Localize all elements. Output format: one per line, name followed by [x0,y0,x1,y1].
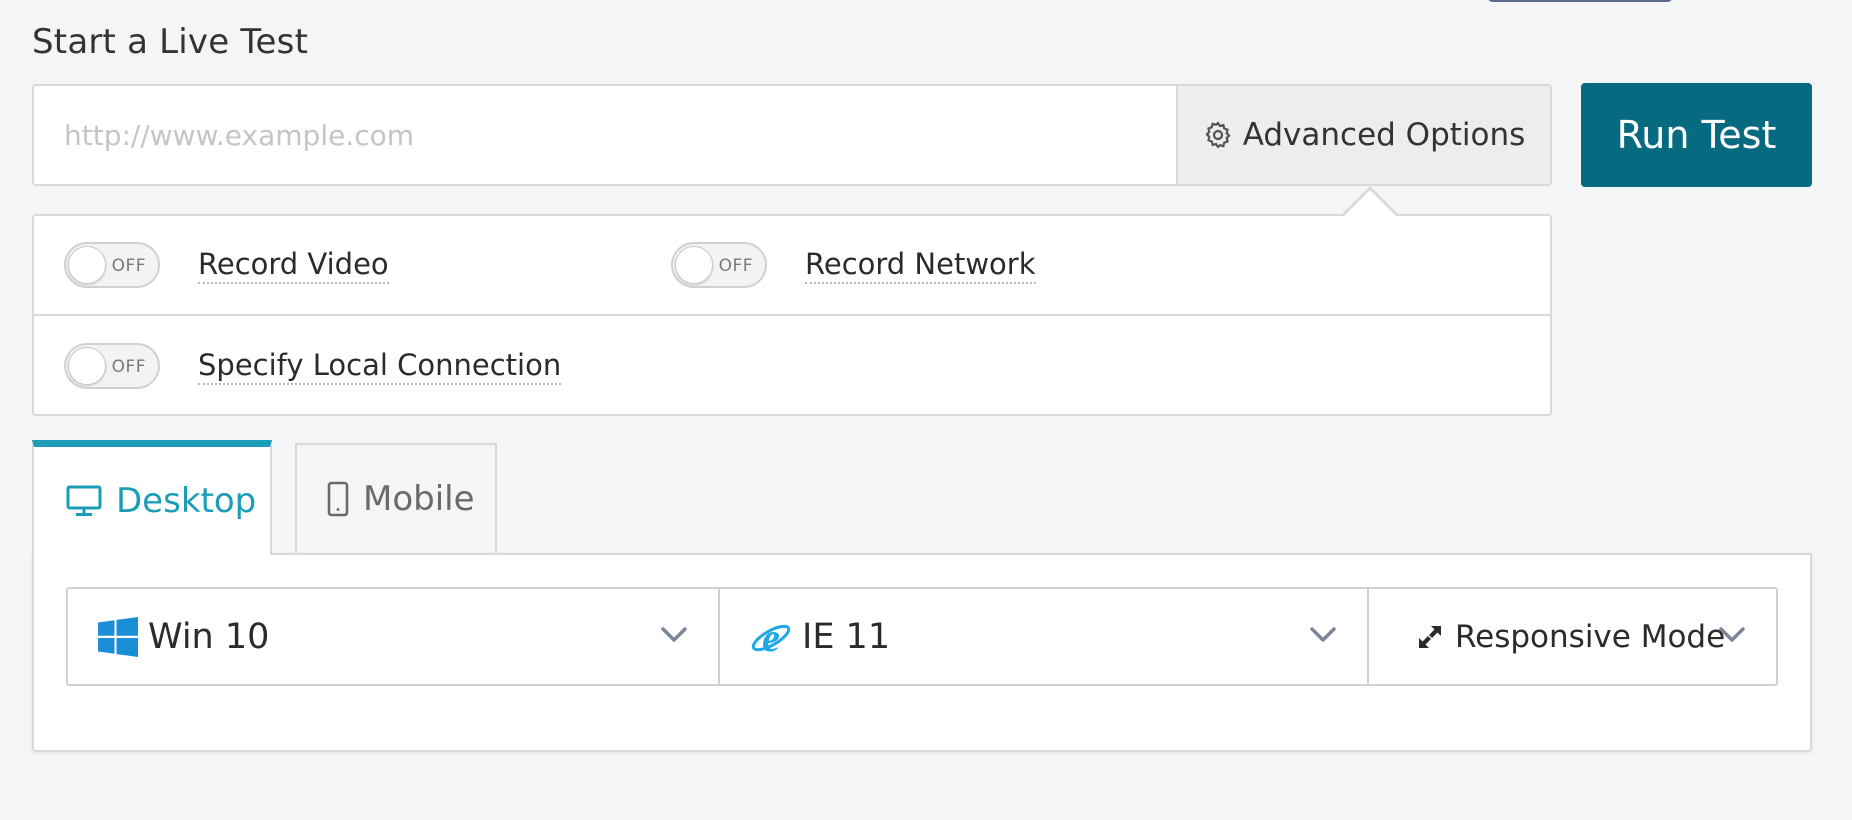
browser-select[interactable]: e IE 11 [718,589,1367,684]
browser-value: IE 11 [802,616,891,657]
record-network-label[interactable]: Record Network [805,247,1036,284]
os-value: Win 10 [148,616,270,657]
record-network-toggle[interactable]: OFF [671,242,767,288]
local-connection-toggle[interactable]: OFF [64,343,160,389]
toggle-state: OFF [718,256,753,276]
advanced-options-panel: OFF Record Video OFF Record Network OFF … [32,214,1552,416]
toggle-knob [675,246,713,284]
expand-arrows-icon [1419,625,1441,648]
gear-icon [1205,121,1231,149]
tab-mobile[interactable]: Mobile [295,443,497,553]
resolution-value: Responsive Mode [1455,618,1726,655]
local-connection-label[interactable]: Specify Local Connection [198,348,562,385]
top-button-edge [1487,0,1673,2]
ie-logo-icon: e [751,616,791,658]
url-input[interactable] [34,86,1176,184]
phone-icon [327,481,349,517]
page-title: Start a Live Test [32,22,309,62]
toggle-knob [68,246,106,284]
svg-text:e: e [762,616,780,658]
tab-join [34,549,270,557]
windows-logo-icon [98,616,138,657]
chevron-down-icon [1310,627,1336,642]
record-video-label[interactable]: Record Video [198,247,389,284]
panel-pointer-fill [1343,190,1397,217]
advanced-options-button[interactable]: Advanced Options [1176,86,1550,184]
record-video-toggle[interactable]: OFF [64,242,160,288]
toggle-state: OFF [111,256,146,276]
tab-desktop-label: Desktop [116,481,257,521]
record-video-option: OFF Record Video [64,242,389,288]
chevron-down-icon [661,627,687,642]
toggle-knob [68,347,106,385]
resolution-select[interactable]: Responsive Mode [1367,589,1776,684]
record-network-option: OFF Record Network [671,242,1036,288]
os-select[interactable]: Win 10 [68,589,718,684]
monitor-icon [66,485,102,516]
options-row: OFF Specify Local Connection [34,316,1550,416]
toggle-state: OFF [111,357,146,377]
advanced-options-label: Advanced Options [1242,117,1526,153]
local-connection-option: OFF Specify Local Connection [64,343,562,389]
run-test-button[interactable]: Run Test [1581,83,1812,187]
url-input-group: Advanced Options [32,84,1552,186]
config-selectors: Win 10 e IE 11 Responsive Mode [66,587,1778,686]
tab-mobile-label: Mobile [363,479,475,519]
options-row: OFF Record Video OFF Record Network [34,216,1550,316]
tab-desktop[interactable]: Desktop [32,440,272,555]
chevron-down-icon [1719,627,1745,642]
